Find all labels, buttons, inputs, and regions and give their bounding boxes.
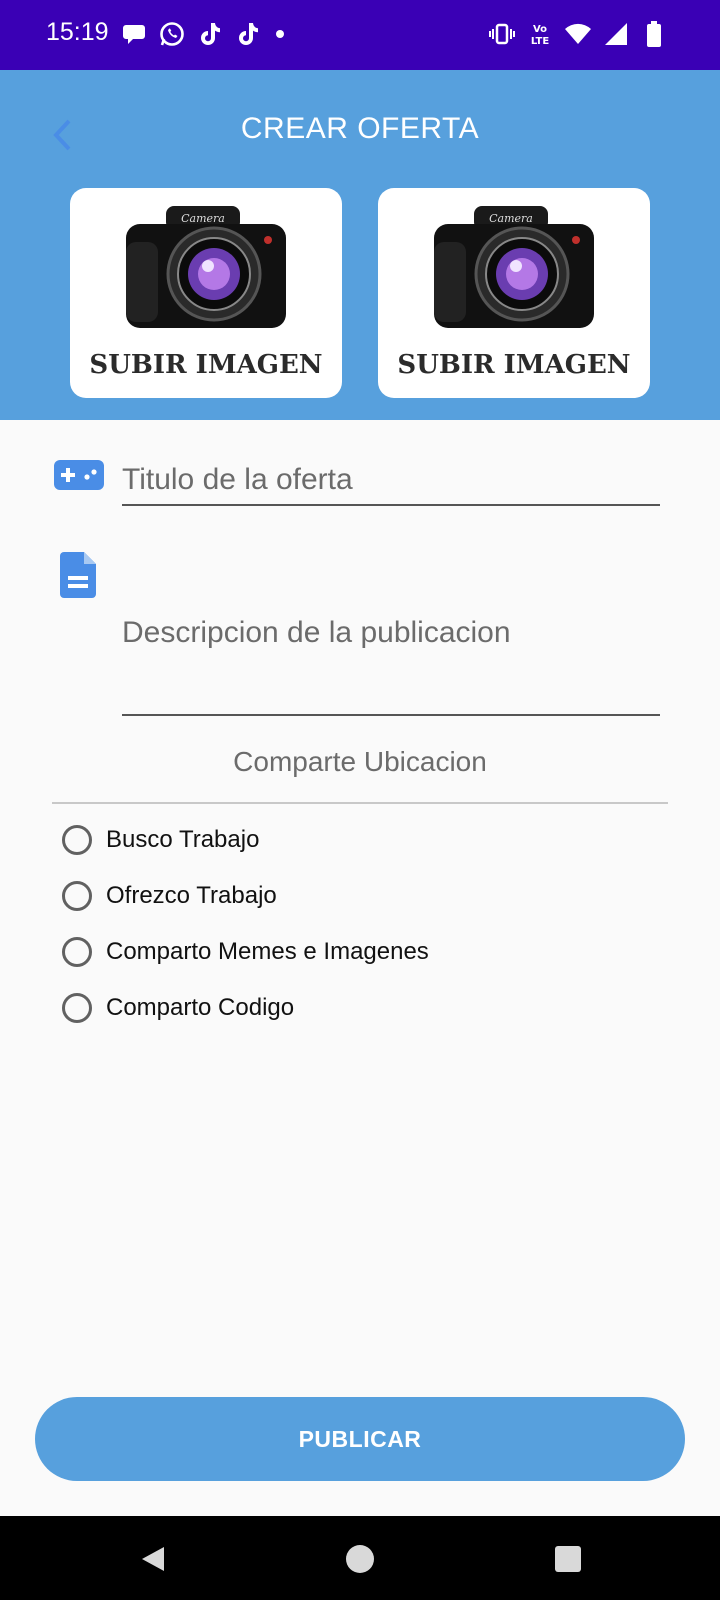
document-icon [60, 552, 96, 598]
radio-option-comparto-memes[interactable]: Comparto Memes e Imagenes [62, 924, 429, 980]
nav-home-button[interactable] [343, 1542, 377, 1576]
system-icons: Vo LTE [488, 20, 668, 48]
radio-button[interactable] [62, 825, 92, 855]
radio-option-comparto-codigo[interactable]: Comparto Codigo [62, 980, 429, 1036]
status-bar: 15:19 Vo LTE [0, 0, 720, 70]
radio-label: Comparto Memes e Imagenes [106, 938, 429, 965]
dot-icon [276, 30, 284, 38]
tiktok-icon [196, 20, 224, 48]
header: CREAR OFERTA Camera SUBIR IMAGEN Camera [0, 70, 720, 420]
triangle-back-icon [142, 1547, 164, 1571]
svg-text:LTE: LTE [531, 36, 550, 47]
nav-recents-button[interactable] [551, 1542, 585, 1576]
description-input[interactable] [122, 600, 660, 716]
radio-option-ofrezco-trabajo[interactable]: Ofrezco Trabajo [62, 868, 429, 924]
radio-label: Busco Trabajo [106, 826, 260, 853]
circle-home-icon [346, 1545, 374, 1573]
nav-back-button[interactable] [136, 1542, 170, 1576]
vibrate-icon [488, 20, 516, 48]
category-radio-group: Busco Trabajo Ofrezco Trabajo Comparto M… [62, 812, 429, 1036]
notification-icons [120, 20, 284, 48]
upload-label: SUBIR IMAGEN [397, 350, 631, 380]
gamepad-icon [54, 460, 104, 490]
camera-icon: Camera [126, 206, 286, 328]
battery-icon [640, 20, 668, 48]
upload-image-button-2[interactable]: Camera SUBIR IMAGEN [378, 188, 650, 398]
status-time: 15:19 [46, 18, 109, 46]
radio-option-busco-trabajo[interactable]: Busco Trabajo [62, 812, 429, 868]
svg-text:Camera: Camera [489, 212, 533, 225]
radio-button[interactable] [62, 993, 92, 1023]
signal-icon [602, 20, 630, 48]
page-title: CREAR OFERTA [240, 112, 480, 145]
whatsapp-icon [158, 20, 186, 48]
upload-label: SUBIR IMAGEN [89, 350, 323, 380]
tiktok-icon [234, 20, 262, 48]
square-recents-icon [555, 1546, 581, 1572]
volte-icon: Vo LTE [526, 20, 554, 48]
divider [52, 802, 668, 804]
radio-label: Comparto Codigo [106, 994, 295, 1021]
radio-button[interactable] [62, 937, 92, 967]
wifi-icon [564, 20, 592, 48]
svg-text:Camera: Camera [181, 212, 225, 225]
chat-bubble-icon [120, 20, 148, 48]
navigation-bar [0, 1516, 720, 1600]
upload-image-button-1[interactable]: Camera SUBIR IMAGEN [70, 188, 342, 398]
offer-title-input[interactable] [122, 456, 660, 506]
camera-icon: Camera [434, 206, 594, 328]
radio-label: Ofrezco Trabajo [106, 882, 277, 909]
share-location-button[interactable]: Comparte Ubicacion [0, 746, 720, 778]
publish-button[interactable]: PUBLICAR [35, 1397, 685, 1481]
radio-button[interactable] [62, 881, 92, 911]
svg-text:Vo: Vo [533, 24, 547, 35]
